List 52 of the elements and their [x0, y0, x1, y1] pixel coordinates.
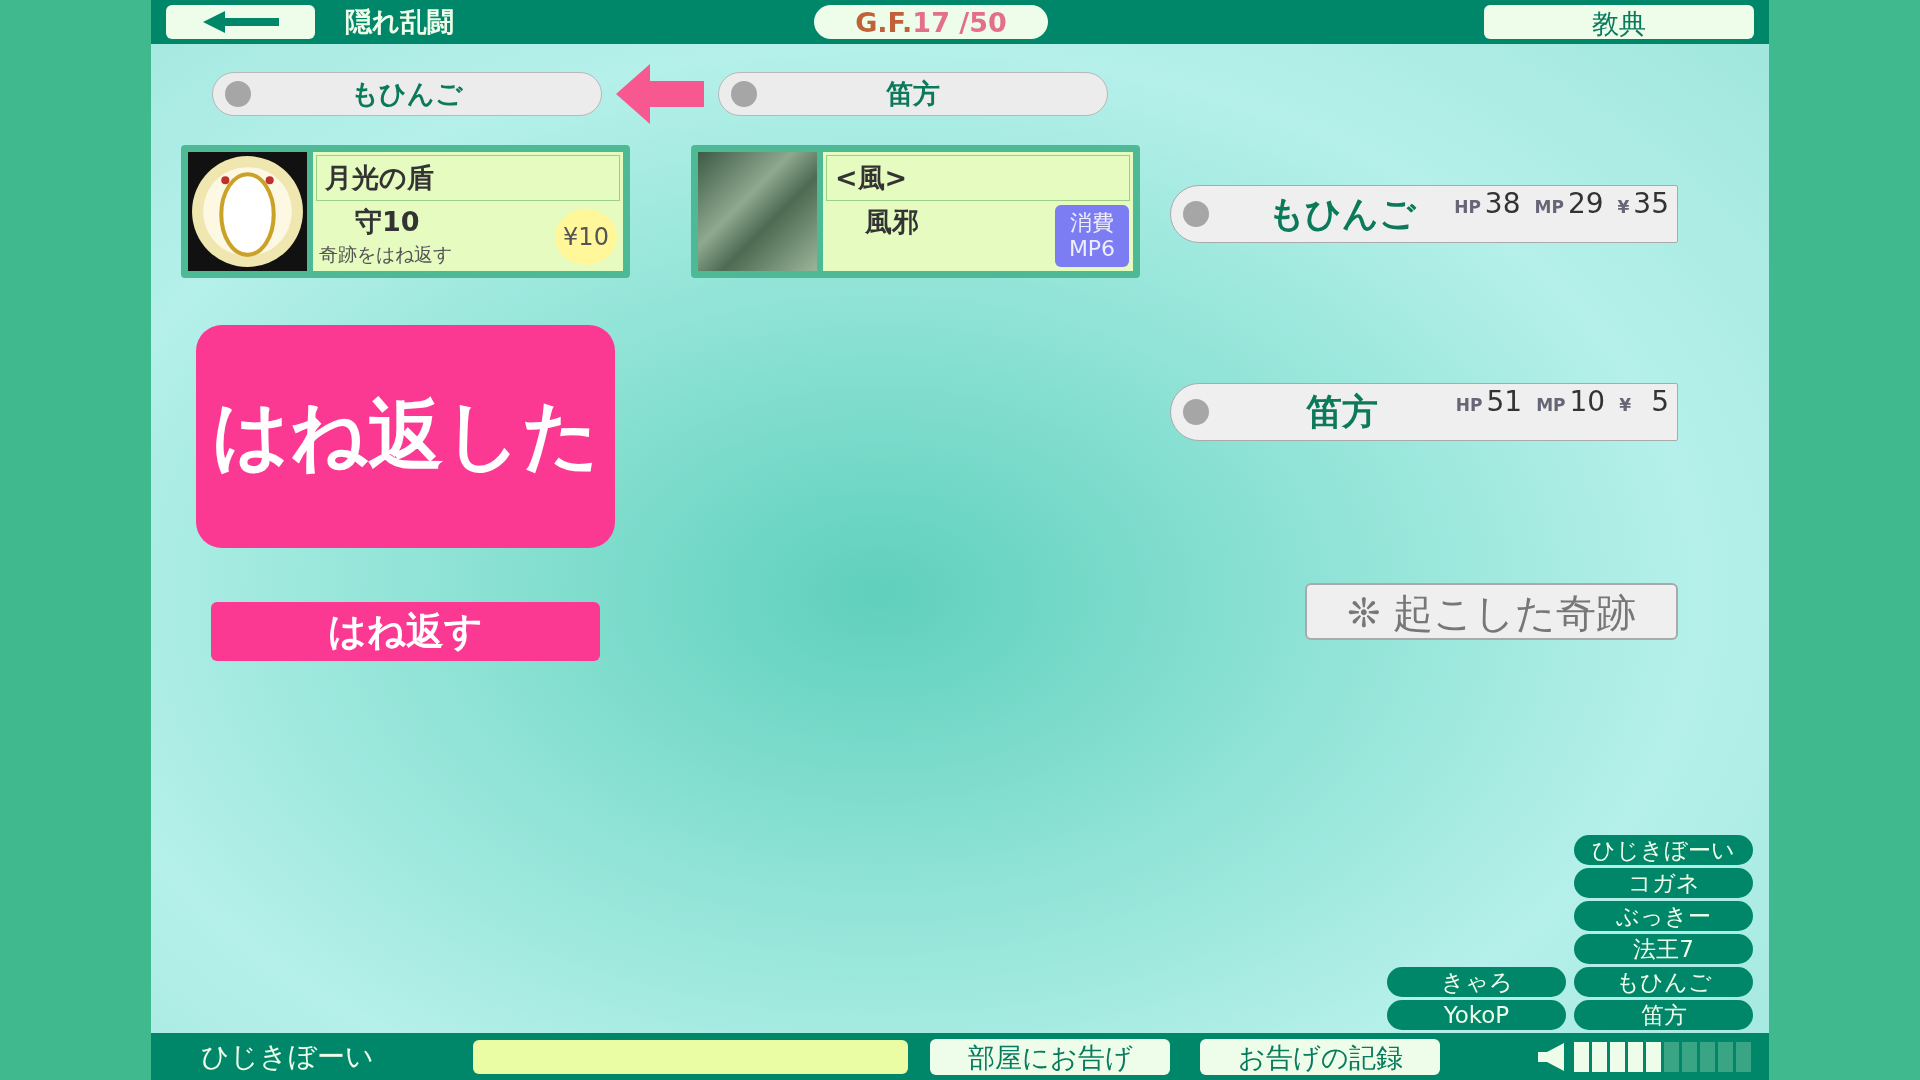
price-badge: ¥10 — [555, 209, 617, 265]
result-text: はね返した — [211, 389, 600, 481]
stat-value: 51 — [1486, 385, 1523, 418]
dot-icon — [225, 81, 251, 107]
stat-label: MP — [1536, 395, 1566, 415]
stat-value: 10 — [1569, 385, 1606, 418]
back-button[interactable] — [166, 5, 315, 39]
dot-icon — [1183, 399, 1209, 425]
codex-button[interactable]: 教典 — [1484, 5, 1754, 39]
card-description: 奇跡をはね返す — [319, 242, 452, 267]
reflect-button[interactable]: はね返す — [211, 602, 600, 661]
left-arrow-icon — [616, 64, 704, 124]
card-title: 月光の盾 — [316, 155, 620, 201]
round-number: 17 /50 — [912, 6, 1007, 38]
player-button[interactable]: YokoP — [1387, 1000, 1566, 1030]
miracles-button[interactable]: ❊ 起こした奇跡 — [1305, 583, 1678, 640]
dot-icon — [731, 81, 757, 107]
stat-label: ¥ — [1617, 197, 1630, 217]
footer-button[interactable]: 部屋にお告げ — [930, 1038, 1170, 1075]
message-input[interactable] — [473, 1039, 908, 1074]
card-title: <風> — [826, 155, 1130, 201]
volume-slider[interactable] — [1574, 1041, 1754, 1072]
stat-value: 38 — [1484, 187, 1521, 220]
stat-label: HP — [1455, 395, 1483, 415]
player-button[interactable]: ひじきぼーい — [1574, 835, 1753, 865]
attacker-name: もひんご — [350, 77, 464, 111]
stat-label: MP — [1534, 197, 1564, 217]
player-button[interactable]: きゃろ — [1387, 967, 1566, 997]
stat-label: ¥ — [1619, 395, 1631, 415]
user-name: ひじきぼーい — [201, 1038, 375, 1075]
round-prefix: G.F. — [855, 6, 913, 38]
stat-value: 35 — [1633, 187, 1669, 220]
dot-icon — [1183, 201, 1209, 227]
player-button[interactable]: コガネ — [1574, 868, 1753, 898]
player-button[interactable]: 笛方 — [1574, 1000, 1753, 1030]
defender-name: 笛方 — [885, 77, 941, 111]
stat-value: 5 — [1650, 385, 1669, 418]
player-button[interactable]: もひんご — [1574, 967, 1753, 997]
card-stat: 風邪 — [865, 205, 919, 239]
card-stat: 守10 — [355, 205, 420, 239]
player-button[interactable]: 法王7 — [1574, 934, 1753, 964]
stat-value: 29 — [1567, 187, 1604, 220]
game-title: 隠れ乱闘 — [345, 5, 454, 39]
stat-label: HP — [1454, 197, 1481, 217]
player-button[interactable]: ぶっきー — [1574, 901, 1753, 931]
footer-button[interactable]: お告げの記録 — [1200, 1038, 1440, 1075]
cost-value: MP6 — [1068, 236, 1116, 263]
player-name: もひんご — [1266, 191, 1417, 236]
player-name: 笛方 — [1304, 389, 1379, 434]
speaker-icon — [1538, 1042, 1564, 1071]
left-arrow-icon — [202, 11, 279, 33]
cost-label: 消費 — [1070, 209, 1114, 236]
